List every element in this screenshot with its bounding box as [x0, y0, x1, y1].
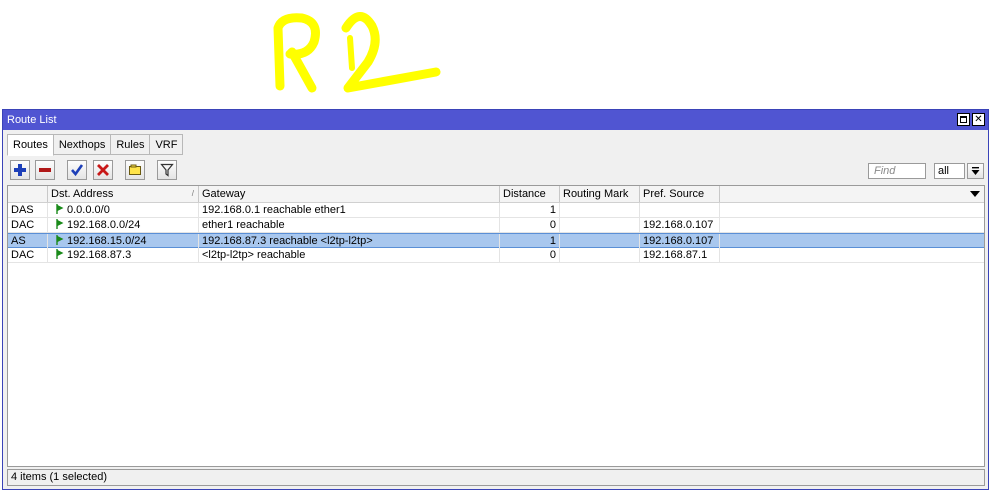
filter-button[interactable] [157, 160, 177, 180]
route-flag-icon [56, 249, 64, 259]
column-routing-mark[interactable]: Routing Mark [560, 186, 640, 202]
remove-button[interactable] [35, 160, 55, 180]
dst-address: 192.168.87.3 [67, 249, 132, 261]
table-row-selected[interactable]: AS 192.168.15.0/24 192.168.87.3 reachabl… [8, 233, 984, 248]
x-icon [97, 164, 109, 176]
status-bar: 4 items (1 selected) [7, 469, 985, 486]
note-icon [129, 164, 141, 175]
gateway-cell: 192.168.87.3 reachable <l2tp-l2tp> [199, 234, 500, 248]
tab-rules[interactable]: Rules [110, 134, 151, 155]
gateway-cell: 192.168.0.1 reachable ether1 [199, 203, 500, 217]
dst-cell: 192.168.15.0/24 [48, 234, 199, 248]
route-list-window: Route List ✕ Routes Nexthops Rules VRF F… [2, 109, 989, 490]
tab-nexthops[interactable]: Nexthops [52, 134, 112, 155]
tab-vrf[interactable]: VRF [149, 134, 184, 155]
route-flag-icon [56, 235, 64, 245]
column-gateway[interactable]: Gateway [199, 186, 500, 202]
plus-icon [14, 164, 26, 176]
close-icon: ✕ [974, 113, 983, 125]
column-dst-address[interactable]: Dst. Address [48, 186, 199, 202]
routing-mark-cell [560, 218, 640, 232]
maximize-icon [960, 116, 967, 123]
window-titlebar[interactable]: Route List ✕ [3, 110, 988, 130]
flags-cell: DAC [8, 218, 48, 232]
table-row[interactable]: DAS 0.0.0.0/0 192.168.0.1 reachable ethe… [8, 203, 984, 218]
dst-address: 0.0.0.0/0 [67, 204, 110, 216]
find-input[interactable]: Find [868, 163, 926, 179]
column-distance[interactable]: Distance [500, 186, 560, 202]
pref-source-cell: 192.168.0.107 [640, 234, 720, 248]
dst-cell: 0.0.0.0/0 [48, 203, 199, 217]
minus-icon [39, 168, 51, 172]
routing-mark-cell [560, 234, 640, 248]
pref-source-cell [640, 203, 720, 217]
chevron-down-icon [971, 166, 980, 175]
close-button[interactable]: ✕ [972, 113, 985, 126]
filter-select-dropdown[interactable] [967, 163, 984, 179]
dst-address: 192.168.0.0/24 [67, 219, 141, 231]
tab-bar: Routes Nexthops Rules VRF [7, 134, 184, 156]
distance-cell: 0 [500, 218, 560, 232]
window-title: Route List [7, 114, 57, 126]
distance-cell: 1 [500, 234, 560, 248]
pref-source-cell: 192.168.87.1 [640, 248, 720, 262]
toolbar: Find all [7, 158, 984, 182]
disable-button[interactable] [93, 160, 113, 180]
dst-address: 192.168.15.0/24 [67, 235, 147, 247]
distance-cell: 0 [500, 248, 560, 262]
route-flag-icon [56, 204, 64, 214]
check-icon [71, 164, 84, 177]
dst-cell: 192.168.87.3 [48, 248, 199, 262]
maximize-button[interactable] [957, 113, 970, 126]
table-row[interactable]: DAC 192.168.0.0/24 ether1 reachable 0 19… [8, 218, 984, 233]
gateway-cell: <l2tp-l2tp> reachable [199, 248, 500, 262]
route-table: Dst. Address Gateway Distance Routing Ma… [7, 185, 985, 467]
column-flags[interactable] [8, 186, 48, 202]
flags-cell: AS [8, 234, 48, 248]
routing-mark-cell [560, 203, 640, 217]
flags-cell: DAC [8, 248, 48, 262]
tab-routes[interactable]: Routes [7, 134, 54, 156]
table-header: Dst. Address Gateway Distance Routing Ma… [8, 186, 984, 203]
chevron-down-icon [970, 191, 980, 197]
table-row[interactable]: DAC 192.168.87.3 <l2tp-l2tp> reachable 0… [8, 248, 984, 263]
column-pref-source[interactable]: Pref. Source [640, 186, 720, 202]
route-flag-icon [56, 219, 64, 229]
enable-button[interactable] [67, 160, 87, 180]
funnel-icon [160, 163, 174, 177]
column-menu-button[interactable] [968, 187, 982, 201]
handwritten-annotation: R1 [273, 12, 441, 93]
distance-cell: 1 [500, 203, 560, 217]
filter-select[interactable]: all [934, 163, 965, 179]
flags-cell: DAS [8, 203, 48, 217]
pref-source-cell: 192.168.0.107 [640, 218, 720, 232]
routing-mark-cell [560, 248, 640, 262]
comment-button[interactable] [125, 160, 145, 180]
gateway-cell: ether1 reachable [199, 218, 500, 232]
add-button[interactable] [10, 160, 30, 180]
dst-cell: 192.168.0.0/24 [48, 218, 199, 232]
